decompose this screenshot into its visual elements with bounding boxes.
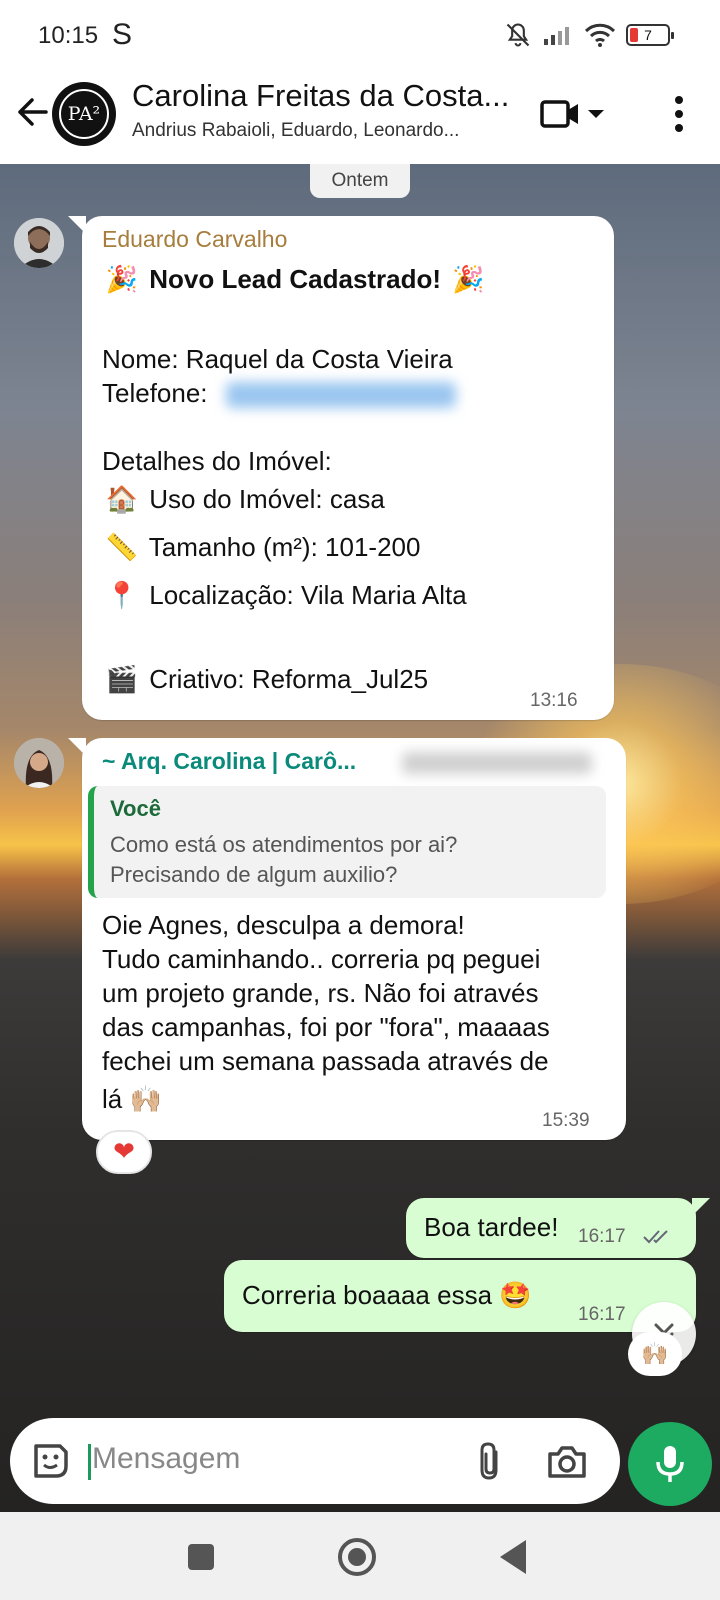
details-heading: Detalhes do Imóvel: (102, 446, 332, 476)
person-avatar-carolina (14, 738, 64, 788)
quote-text-line2: Precisando de algum auxilio? (110, 862, 398, 887)
star-struck-emoji: 🤩 (499, 1281, 532, 1311)
muted-bell-icon (506, 23, 530, 47)
lead-telefone-label: Telefone: (102, 378, 208, 408)
home-button[interactable] (338, 1538, 376, 1576)
read-ticks-icon (643, 1230, 668, 1244)
avatar[interactable] (14, 218, 64, 268)
clapper-emoji: 🎬 (105, 665, 139, 695)
reply-line-6: lá 🙌🏼 (102, 1084, 162, 1115)
heart-reaction[interactable]: ❤ (96, 1130, 152, 1174)
party-popper-emoji: 🎉 (105, 265, 139, 295)
wifi-icon (584, 23, 616, 47)
detail-localizacao: 📍 Localização: Vila Maria Alta (102, 580, 467, 611)
status-time: 10:15 (38, 22, 99, 49)
message-time: 13:16 (530, 690, 578, 711)
incoming-message-reply[interactable]: ~ Arq. Carolina | Carô... Você Como está… (68, 738, 626, 1140)
outgoing-message[interactable]: Correria boaaaa essa 🤩 16:17 (224, 1260, 696, 1332)
text-caret (88, 1444, 91, 1480)
ruler-emoji: 📏 (105, 533, 139, 563)
date-chip: Ontem (310, 164, 410, 198)
detail-tamanho: 📏 Tamanho (m²): 101-200 (102, 532, 421, 563)
microphone-icon (656, 1446, 684, 1482)
recents-button[interactable] (188, 1544, 214, 1570)
detail-criativo: 🎬 Criativo: Reforma_Jul25 (102, 664, 428, 695)
status-bar: 10:15 S 7 (0, 0, 720, 72)
house-emoji: 🏠 (105, 485, 139, 515)
battery-icon: 7 (626, 24, 674, 46)
outgoing-message[interactable]: Boa tardee! 16:17 (406, 1198, 710, 1258)
chat-area[interactable]: Ontem Eduardo Carvalho 🎉 Novo Lead Cadas… (0, 164, 720, 1512)
reply-line-6-text: lá (102, 1084, 123, 1114)
lead-nome: Nome: Raquel da Costa Vieira (102, 344, 453, 374)
reply-line-1: Oie Agnes, desculpa a demora! (102, 910, 465, 940)
detail-criativo-text: Criativo: Reforma_Jul25 (149, 664, 429, 694)
outgoing-text: Boa tardee! (424, 1212, 559, 1242)
back-button[interactable] (500, 1540, 526, 1574)
avatar[interactable] (14, 738, 64, 788)
detail-uso: 🏠 Uso do Imóvel: casa (102, 484, 385, 515)
system-nav-bar (0, 1512, 720, 1600)
battery-level: 7 (644, 27, 652, 43)
chat-participants[interactable]: Andrius Rabaioli, Eduardo, Leonardo... (132, 120, 512, 142)
more-options-icon[interactable] (662, 92, 696, 136)
group-avatar-logo: PA² (59, 89, 109, 139)
sender-name[interactable]: ~ Arq. Carolina | Carô... (102, 748, 356, 775)
incoming-message-lead[interactable]: Eduardo Carvalho 🎉 Novo Lead Cadastrado!… (68, 216, 614, 720)
message-time: 16:17 (578, 1304, 626, 1325)
chat-title[interactable]: Carolina Freitas da Costa... (132, 78, 512, 114)
detail-tamanho-text: Tamanho (m²): 101-200 (148, 532, 421, 562)
reply-line-2: Tudo caminhando.. correria pq peguei (102, 944, 541, 974)
sender-name[interactable]: Eduardo Carvalho (102, 226, 287, 253)
reply-line-3: um projeto grande, rs. Não foi através (102, 978, 539, 1008)
group-avatar[interactable]: PA² (52, 82, 116, 146)
blurred-phone-number[interactable] (226, 382, 456, 408)
video-call-button[interactable] (540, 92, 620, 136)
sticker-icon[interactable] (30, 1440, 72, 1482)
person-avatar-eduardo (14, 218, 64, 268)
quote-author: Você (110, 796, 161, 821)
message-input[interactable]: Mensagem (92, 1442, 240, 1476)
message-time: 15:39 (542, 1110, 590, 1131)
detail-uso-text: Uso do Imóvel: casa (149, 484, 385, 514)
raised-hands-reaction[interactable]: 🙌🏼 (628, 1332, 682, 1376)
status-icons: 7 (504, 20, 674, 50)
lead-title-line: 🎉 Novo Lead Cadastrado! 🎉 (102, 264, 488, 295)
dropdown-caret-icon (588, 110, 604, 118)
paperclip-icon[interactable] (470, 1440, 510, 1484)
reply-line-5: fechei um semana passada através de (102, 1046, 549, 1076)
raised-hands-emoji: 🙌🏼 (129, 1085, 162, 1115)
outgoing-text-line: Correria boaaaa essa 🤩 (242, 1280, 532, 1311)
lead-title: Novo Lead Cadastrado! (149, 264, 442, 294)
outgoing-text: Correria boaaaa essa (242, 1280, 493, 1310)
party-popper-emoji: 🎉 (452, 265, 485, 295)
detail-localizacao-text: Localização: Vila Maria Alta (149, 580, 467, 610)
quoted-message[interactable]: Você Como está os atendimentos por ai? P… (88, 786, 606, 898)
blurred-sender-phone[interactable] (402, 752, 592, 774)
chat-header: PA² Carolina Freitas da Costa... Andrius… (0, 72, 720, 164)
quote-text-line1: Como está os atendimentos por ai? (110, 832, 458, 857)
message-input-bar[interactable]: Mensagem (10, 1418, 620, 1504)
reply-line-4: das campanhas, foi por "fora", maaaas (102, 1012, 550, 1042)
back-arrow-icon[interactable] (12, 92, 52, 132)
message-time: 16:17 (578, 1226, 626, 1247)
voice-message-button[interactable] (628, 1422, 712, 1506)
carrier-s-icon: S (112, 18, 133, 51)
signal-icon (544, 27, 569, 45)
video-call-icon (540, 100, 578, 128)
camera-icon[interactable] (546, 1442, 588, 1482)
pin-emoji: 📍 (105, 581, 139, 611)
